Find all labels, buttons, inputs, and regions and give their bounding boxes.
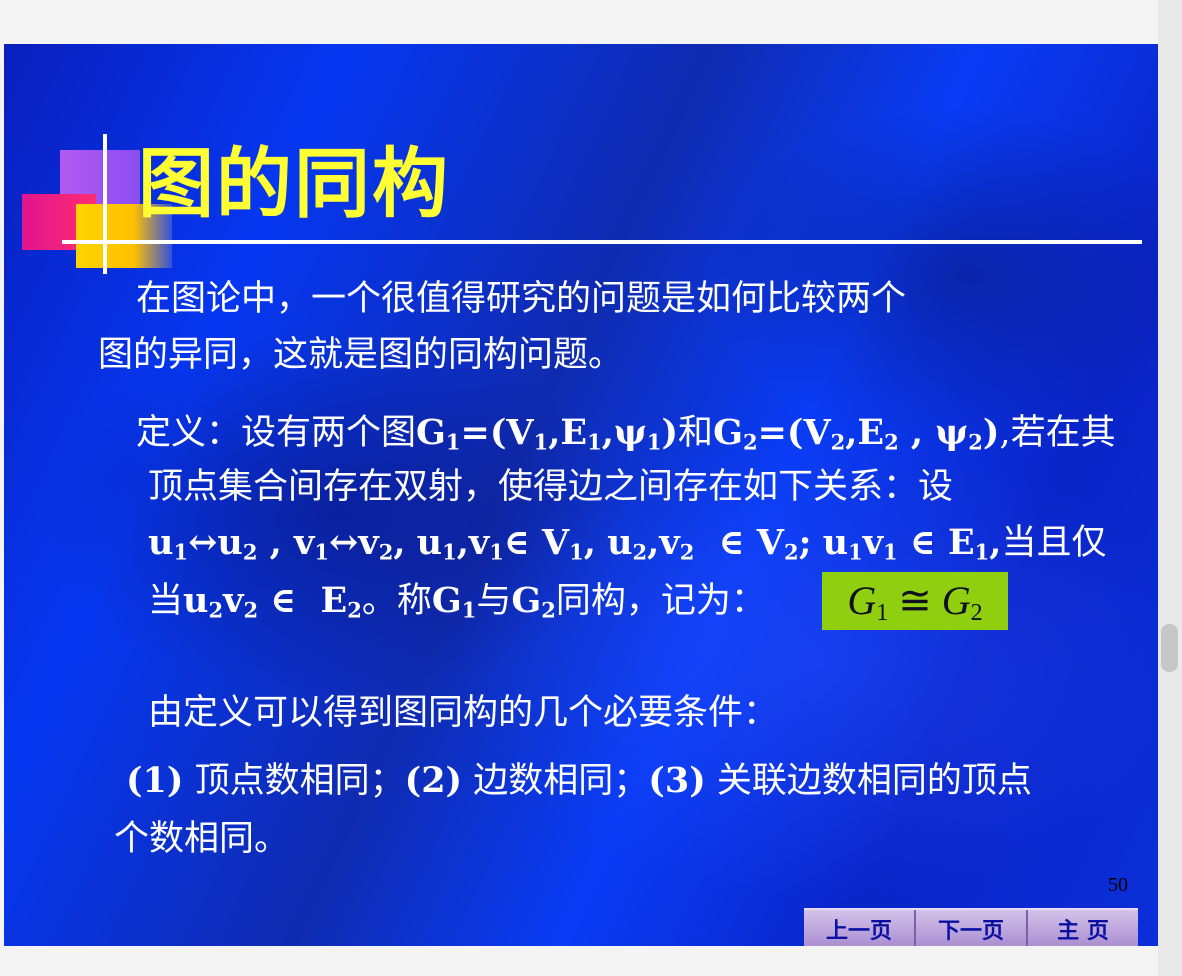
condition-2-number: (2) xyxy=(404,760,463,801)
definition-with: 与 xyxy=(476,581,512,621)
definition-isomorphic: 同构，记为： xyxy=(555,581,766,621)
definition-called: 。称 xyxy=(361,581,432,621)
page-number: 50 xyxy=(1108,874,1128,896)
vertex-membership-1: u1,v1∈ V1, xyxy=(416,522,596,565)
condition-2-text: 边数相同； xyxy=(473,761,649,801)
prev-page-button[interactable]: 上一页 xyxy=(804,910,916,946)
bijection-u: u1↔u2 , v1↔v2, xyxy=(148,522,406,565)
definition-line-4: 当u2v2 ∈ E2。称G1与G2同构，记为： xyxy=(148,572,766,630)
graph-g2: G2 xyxy=(511,580,556,623)
condition-3-text-cont: 个数相同。 xyxy=(114,819,290,859)
condition-1-text: 顶点数相同； xyxy=(194,761,405,801)
next-page-button[interactable]: 下一页 xyxy=(916,910,1028,946)
document-viewer: 图的同构 在图论中，一个很值得研究的问题是如何比较两个 图的异同，这就是图的同构… xyxy=(0,0,1182,976)
edge-membership-2: u2v2 ∈ E2 xyxy=(183,580,362,623)
graph-g1: G1 xyxy=(431,580,477,623)
slide-navigation: 上一页 下一页 主 页 xyxy=(804,908,1138,946)
conditions-line-2: 个数相同。 xyxy=(114,810,289,868)
graph-g2-tuple: G2=(V2,E2 , ψ2) xyxy=(713,412,1000,455)
intro-line-2: 图的异同，这就是图的同构问题。 xyxy=(98,326,623,384)
intro-line-1: 在图论中，一个很值得研究的问题是如何比较两个 xyxy=(136,270,906,328)
edge-membership-1: u1v1 ∈ E1, xyxy=(822,522,1002,565)
definition-when: 当 xyxy=(148,581,184,621)
slide: 图的同构 在图论中，一个很值得研究的问题是如何比较两个 图的异同，这就是图的同构… xyxy=(4,44,1158,946)
definition-and: 和 xyxy=(678,413,714,453)
definition-iff: 当且仅 xyxy=(1001,523,1107,563)
scrollbar-thumb[interactable] xyxy=(1161,624,1178,672)
definition-line-3: u1↔u2 , v1↔v2, u1,v1∈ V1, u2,v2 ∈ V2; u1… xyxy=(148,514,1106,572)
condition-3-text: 关联边数相同的顶点 xyxy=(716,761,1032,801)
definition-line-2-text: 顶点集合间存在双射，使得边之间存在如下关系：设 xyxy=(148,467,954,507)
condition-1-number: (1) xyxy=(126,760,184,801)
condition-3-number: (3) xyxy=(648,760,706,801)
slide-title: 图的同构 xyxy=(138,139,450,228)
home-button[interactable]: 主 页 xyxy=(1028,910,1138,946)
definition-text: 设有两个图 xyxy=(241,413,417,453)
isomorphism-formula: G1 ≅ G2 xyxy=(822,572,1008,630)
decorative-vertical-line xyxy=(103,134,107,274)
definition-line-2: 顶点集合间存在双射，使得边之间存在如下关系：设 xyxy=(148,458,953,516)
definition-label: 定义： xyxy=(136,413,242,453)
intro-line-2-text: 图的异同，这就是图的同构问题。 xyxy=(98,335,624,375)
definition-line-1: 定义：设有两个图G1=(V1,E1,ψ1)和G2=(V2,E2 , ψ2),若在… xyxy=(136,404,1116,462)
conditions-line-1: (1) 顶点数相同；(2) 边数相同；(3) 关联边数相同的顶点 xyxy=(126,752,1032,810)
title-underline xyxy=(62,240,1142,244)
vertical-scrollbar[interactable] xyxy=(1158,0,1182,976)
vertex-membership-2: u2,v2 ∈ V2; xyxy=(607,522,812,565)
graph-g1-tuple: G1=(V1,E1,ψ1) xyxy=(416,412,679,455)
intro-line-1-text: 在图论中，一个很值得研究的问题是如何比较两个 xyxy=(136,279,907,319)
necessary-conditions-text: 由定义可以得到图同构的几个必要条件： xyxy=(148,693,779,733)
necessary-conditions-intro: 由定义可以得到图同构的几个必要条件： xyxy=(148,684,778,742)
definition-if: ,若在其 xyxy=(999,413,1116,453)
